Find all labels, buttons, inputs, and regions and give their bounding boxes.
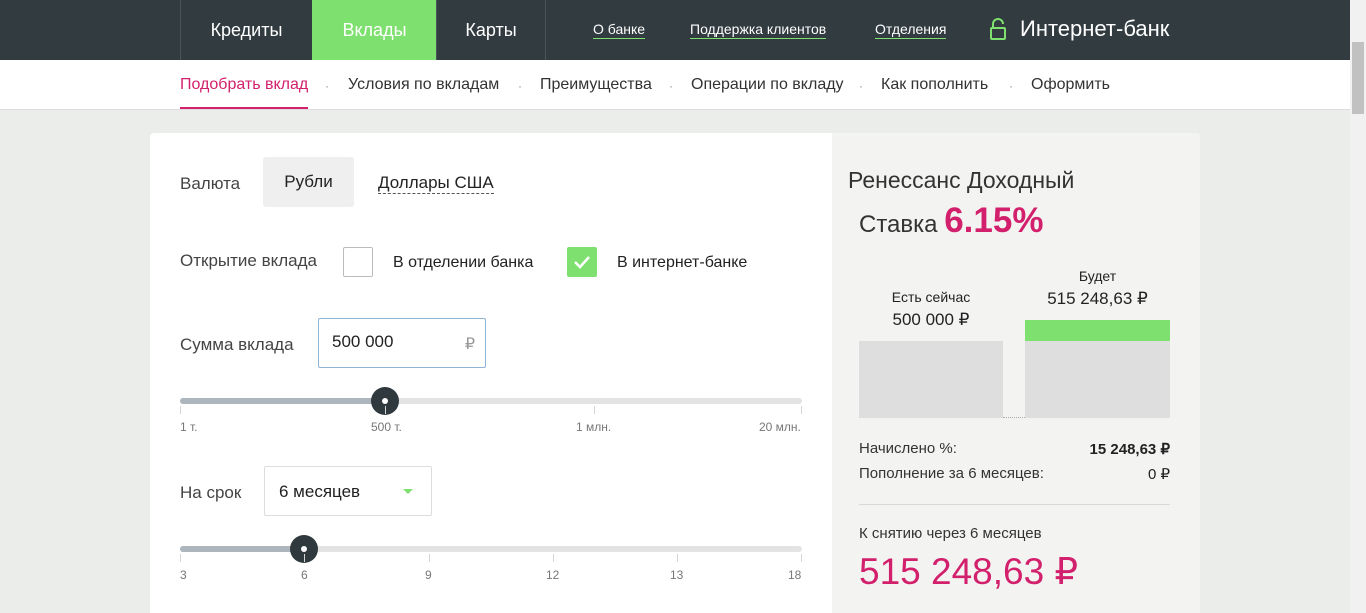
topup-value: 0 ₽	[1147, 466, 1170, 483]
term-tick-label: 9	[425, 568, 432, 582]
rate-label: Ставка	[859, 211, 938, 238]
deposit-name: Ренессанс Доходный	[848, 167, 1075, 193]
deposit-subnavigation: Подобрать вклад · Условия по вкладам · П…	[0, 60, 1350, 110]
unlocked-padlock-icon	[990, 18, 1006, 40]
amount-slider-tick	[385, 406, 386, 414]
subnav-separator: ·	[669, 79, 673, 93]
term-slider-tick	[677, 554, 678, 562]
link-branches[interactable]: Отделения	[875, 21, 947, 39]
term-slider-tick	[429, 554, 430, 562]
amount-tick-label: 500 т.	[371, 420, 402, 434]
now-label: Есть сейчас	[891, 289, 971, 305]
accrued-value: 15 248,63 ₽	[1089, 441, 1170, 458]
current-amount-bar	[859, 341, 1003, 418]
interest-gain-bar	[1025, 320, 1170, 341]
future-value: 515 248,63 ₽	[1047, 289, 1148, 308]
opening-label: Открытие вклада	[180, 251, 317, 270]
term-slider-fill	[180, 546, 305, 552]
amount-slider-tick	[180, 406, 181, 414]
dropdown-caret-icon	[403, 489, 413, 494]
subnav-separator: ·	[325, 79, 329, 93]
deposit-calculator: Валюта Рубли Доллары США Открытие вклада…	[150, 133, 1200, 613]
amount-tick-label: 20 млн.	[759, 420, 801, 434]
accrued-label: Начислено %:	[859, 440, 957, 457]
term-selected-value: 6 месяцев	[279, 482, 361, 501]
payout-label: К снятию через 6 месяцев	[859, 525, 1042, 542]
term-tick-label: 13	[670, 568, 684, 582]
result-panel: Ренессанс Доходный Ставка 6.15% Есть сей…	[832, 133, 1200, 613]
subnav-how-to-topup[interactable]: Как пополнить	[881, 76, 988, 94]
checkmark-icon	[574, 256, 590, 269]
online-opening-label[interactable]: В интернет-банке	[617, 254, 747, 272]
subnav-advantages[interactable]: Преимущества	[540, 76, 652, 94]
tab-credits[interactable]: Кредиты	[180, 0, 312, 60]
amount-slider-fill	[180, 398, 386, 404]
amount-slider-tick	[801, 406, 802, 414]
subnav-separator: ·	[1009, 79, 1013, 93]
subnav-apply[interactable]: Оформить	[1031, 76, 1110, 94]
future-amount-bar	[1025, 341, 1170, 418]
term-slider-tick	[801, 554, 802, 562]
subnav-separator: ·	[859, 79, 863, 93]
ruble-sign: ₽	[464, 336, 475, 353]
subnav-deposit-terms[interactable]: Условия по вкладам	[348, 76, 499, 94]
rate-line: Ставка 6.15%	[859, 201, 1043, 241]
subnav-deposit-operations[interactable]: Операции по вкладу	[691, 76, 844, 94]
amount-label: Сумма вклада	[180, 335, 294, 354]
result-divider	[859, 504, 1170, 505]
term-select[interactable]: 6 месяцев	[264, 466, 432, 516]
currency-usd-button[interactable]: Доллары США	[378, 173, 494, 194]
bars-baseline	[1003, 417, 1025, 418]
branch-opening-checkbox[interactable]	[343, 247, 373, 277]
amount-tick-label: 1 т.	[180, 420, 198, 434]
term-tick-label: 6	[301, 568, 308, 582]
term-tick-label: 18	[788, 568, 802, 582]
amount-field[interactable]: ₽	[318, 318, 486, 368]
page-scrollbar-thumb[interactable]	[1352, 42, 1364, 114]
main-tabs: Кредиты Вклады Карты	[180, 0, 546, 60]
term-slider-tick	[553, 554, 554, 562]
subnav-choose-deposit[interactable]: Подобрать вклад	[180, 76, 309, 109]
rate-value: 6.15%	[944, 201, 1044, 240]
term-tick-label: 12	[546, 568, 560, 582]
future-label: Будет	[1078, 268, 1117, 284]
internet-bank-link[interactable]: Интернет-банк	[1020, 16, 1169, 42]
top-navigation-bar: Кредиты Вклады Карты О банке Поддержка к…	[0, 0, 1350, 60]
amount-slider-tick	[594, 406, 595, 414]
currency-label: Валюта	[180, 174, 241, 193]
currency-rubles-button[interactable]: Рубли	[263, 157, 354, 207]
payout-value: 515 248,63 ₽	[859, 551, 1079, 592]
term-slider-tick	[304, 554, 305, 562]
term-label: На срок	[180, 483, 242, 502]
tab-cards[interactable]: Карты	[436, 0, 546, 60]
now-value: 500 000 ₽	[892, 310, 970, 329]
term-slider-tick	[180, 554, 181, 562]
term-tick-label: 3	[180, 568, 187, 582]
link-customer-support[interactable]: Поддержка клиентов	[690, 21, 827, 39]
subnav-separator: ·	[518, 79, 522, 93]
amount-input[interactable]	[332, 332, 452, 352]
tab-deposits[interactable]: Вклады	[312, 0, 436, 60]
branch-opening-label[interactable]: В отделении банка	[393, 254, 533, 272]
online-opening-checkbox[interactable]	[567, 247, 597, 277]
amount-tick-label: 1 млн.	[576, 420, 612, 434]
topup-label: Пополнение за 6 месяцев:	[859, 465, 1044, 482]
link-about-bank[interactable]: О банке	[593, 21, 646, 39]
